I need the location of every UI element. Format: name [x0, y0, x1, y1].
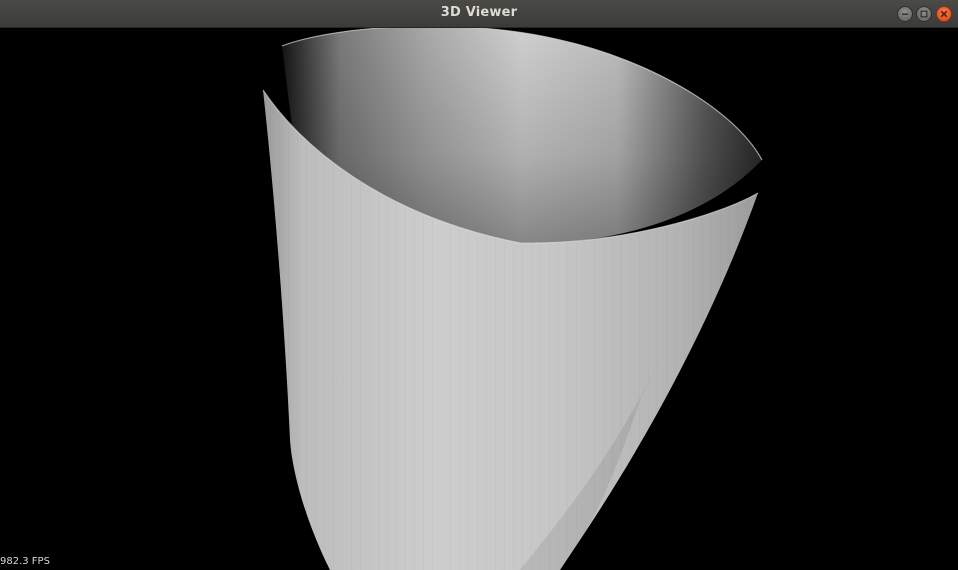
- maximize-button[interactable]: [916, 6, 932, 22]
- 3d-viewport[interactable]: 982.3 FPS: [0, 28, 958, 570]
- viewer-window: 3D Viewer 982.3 FPS: [0, 0, 958, 570]
- title-bar[interactable]: 3D Viewer: [0, 0, 958, 28]
- minimize-icon: [901, 10, 909, 18]
- window-title: 3D Viewer: [440, 5, 518, 20]
- fps-counter: 982.3 FPS: [0, 556, 50, 567]
- close-icon: [940, 10, 948, 18]
- close-button[interactable]: [936, 6, 952, 22]
- rendered-model: [262, 28, 763, 570]
- maximize-icon: [920, 10, 928, 18]
- minimize-button[interactable]: [897, 6, 913, 22]
